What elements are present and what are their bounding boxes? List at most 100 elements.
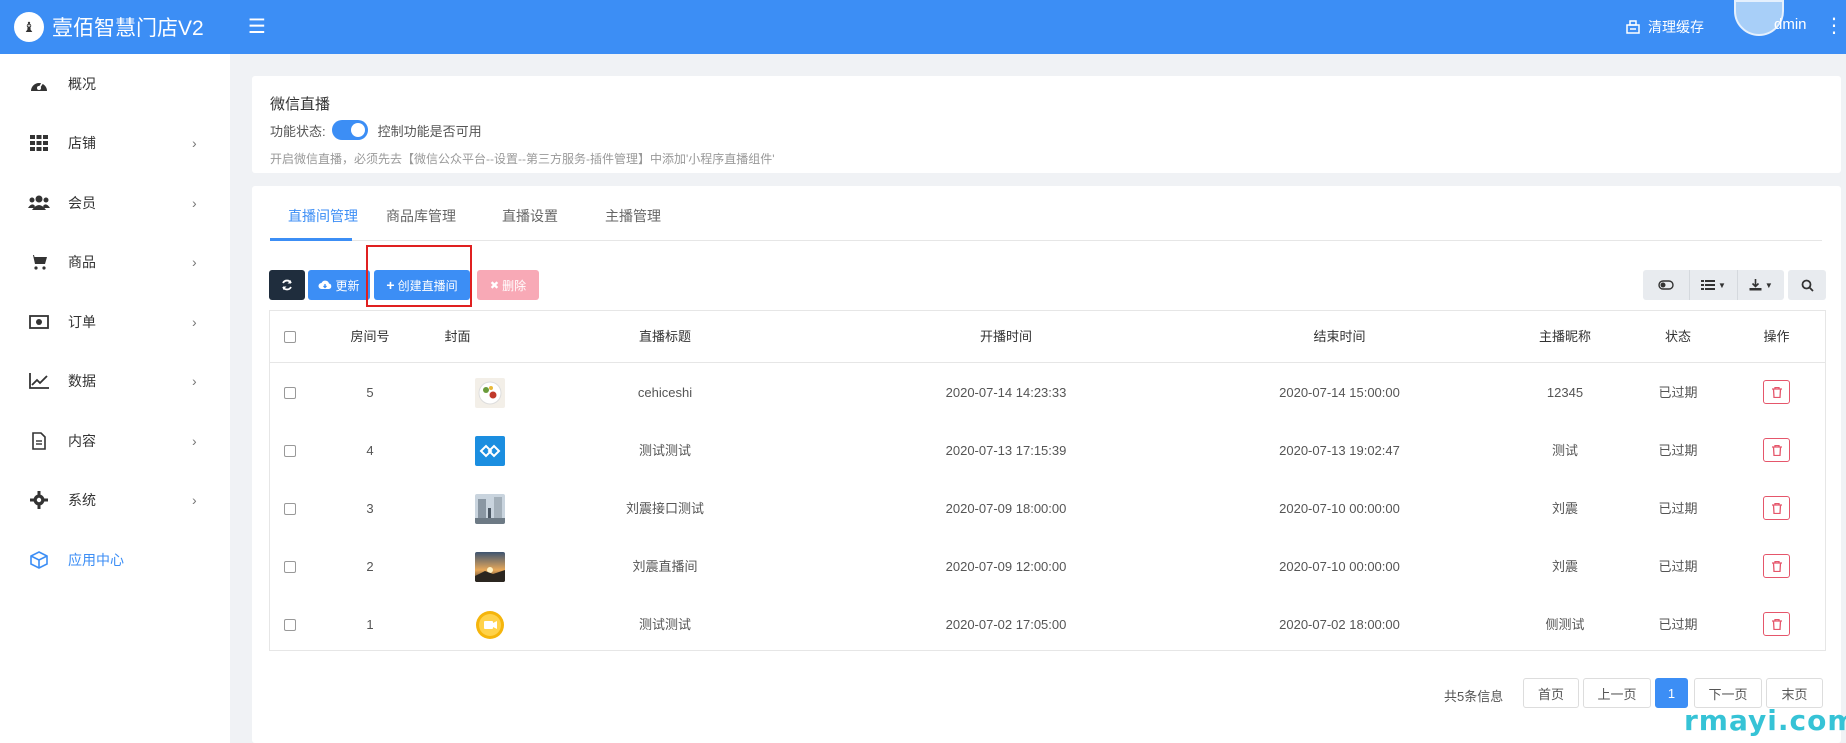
tabs-divider xyxy=(270,240,1822,241)
watermark-text: rmayi.com xyxy=(1684,704,1846,737)
sidebar-item-content[interactable]: 内容 › xyxy=(0,421,230,461)
toggle-view-button[interactable] xyxy=(1643,270,1691,300)
tab-live-rooms[interactable]: 直播间管理 xyxy=(288,206,358,226)
column-header[interactable]: 结束时间 xyxy=(1177,311,1502,363)
search-toggle-button[interactable] xyxy=(1788,270,1826,300)
status-description: 控制功能是否可用 xyxy=(377,123,482,139)
sidebar-item-label: 概况 xyxy=(68,76,96,92)
column-header[interactable]: 房间号 xyxy=(320,311,420,363)
row-delete-button[interactable] xyxy=(1763,380,1790,404)
users-icon xyxy=(28,192,50,214)
status-text: 已过期 xyxy=(1658,617,1698,632)
top-header: ♝ 壹佰智慧门店V2 ☰ 清理缓存 dmin ⋮ xyxy=(0,0,1846,54)
document-icon xyxy=(28,430,50,452)
trash-icon xyxy=(1771,560,1782,572)
room-number: 5 xyxy=(366,385,374,400)
delete-label: 删除 xyxy=(502,278,527,293)
column-header[interactable]: 主播昵称 xyxy=(1502,311,1628,363)
app-logo[interactable]: ♝ 壹佰智慧门店V2 xyxy=(14,10,204,44)
gear-icon xyxy=(28,489,50,511)
row-checkbox[interactable] xyxy=(284,503,296,515)
row-checkbox[interactable] xyxy=(284,561,296,573)
toggle-knob xyxy=(350,123,365,137)
cart-icon xyxy=(28,251,50,273)
chevron-right-icon: › xyxy=(192,314,197,330)
end-time: 2020-07-13 19:02:47 xyxy=(1279,443,1400,458)
logo-mark-icon: ♝ xyxy=(14,12,44,42)
column-header[interactable]: 开播时间 xyxy=(835,311,1177,363)
live-room-card: 直播间管理 商品库管理 直播设置 主播管理 更新 + 创建直播间 ✖ 删除 ▼ … xyxy=(252,186,1841,743)
table-row: 2 刘震直播间 2020-07-09 12:00:00 2020-07-10 0… xyxy=(270,538,1825,596)
end-time: 2020-07-14 15:00:00 xyxy=(1279,385,1400,400)
table-row: 5 cehiceshi 2020-07-14 14:23:33 2020-07-… xyxy=(270,364,1825,422)
sidebar-item-members[interactable]: 会员 › xyxy=(0,183,230,223)
update-button[interactable]: 更新 xyxy=(308,270,370,300)
download-icon xyxy=(1749,279,1762,291)
first-page-button[interactable]: 首页 xyxy=(1523,678,1579,708)
feature-toggle[interactable] xyxy=(331,120,368,140)
column-header[interactable]: 状态 xyxy=(1628,311,1728,363)
room-number: 4 xyxy=(366,443,374,458)
sidebar-item-app-center[interactable]: 应用中心 xyxy=(0,540,230,580)
room-number: 3 xyxy=(366,501,374,516)
chevron-right-icon: › xyxy=(192,254,197,270)
sidebar-item-label: 商品 xyxy=(68,254,96,270)
row-delete-button[interactable] xyxy=(1763,612,1790,636)
caret-down-icon: ▼ xyxy=(1764,280,1773,290)
row-checkbox[interactable] xyxy=(284,387,296,399)
sidebar-item-data[interactable]: 数据 › xyxy=(0,361,230,401)
chevron-right-icon: › xyxy=(192,373,197,389)
clear-cache-button[interactable]: 清理缓存 xyxy=(1626,17,1704,37)
status-text: 已过期 xyxy=(1658,443,1698,458)
row-checkbox[interactable] xyxy=(284,619,296,631)
sidebar-item-label: 会员 xyxy=(68,195,96,211)
column-header: 封面 xyxy=(444,329,471,344)
column-header: 操作 xyxy=(1763,329,1790,344)
row-delete-button[interactable] xyxy=(1763,496,1790,520)
tab-live-settings[interactable]: 直播设置 xyxy=(502,206,558,226)
export-button[interactable]: ▼ xyxy=(1738,270,1784,300)
trash-icon xyxy=(1771,502,1782,514)
row-delete-button[interactable] xyxy=(1763,554,1790,578)
tab-anchors[interactable]: 主播管理 xyxy=(605,206,661,226)
feature-status-row: 功能状态: 控制功能是否可用 xyxy=(270,119,482,141)
prev-page-button[interactable]: 上一页 xyxy=(1583,678,1651,708)
user-name[interactable]: dmin xyxy=(1774,16,1807,33)
tab-product-library[interactable]: 商品库管理 xyxy=(386,206,456,226)
chart-line-icon xyxy=(28,370,50,392)
caret-down-icon: ▼ xyxy=(1718,280,1726,290)
sidebar-item-products[interactable]: 商品 › xyxy=(0,242,230,282)
sidebar-item-orders[interactable]: 订单 › xyxy=(0,302,230,342)
columns-button[interactable]: ▼ xyxy=(1690,270,1738,300)
start-time: 2020-07-14 14:23:33 xyxy=(945,385,1067,400)
table-row: 3 刘震接口测试 2020-07-09 18:00:00 2020-07-10 … xyxy=(270,480,1825,538)
cloud-download-icon xyxy=(318,280,332,289)
select-all-checkbox[interactable] xyxy=(284,331,296,343)
sidebar-item-overview[interactable]: 概况 xyxy=(0,64,230,104)
status-label: 功能状态: xyxy=(270,123,326,139)
toggle-icon xyxy=(1658,280,1674,290)
sidebar-item-label: 应用中心 xyxy=(68,552,124,568)
trash-icon xyxy=(1771,444,1782,456)
menu-toggle-icon[interactable]: ☰ xyxy=(248,14,266,39)
row-checkbox[interactable] xyxy=(284,445,296,457)
end-time: 2020-07-02 18:00:00 xyxy=(1279,617,1400,632)
room-number: 1 xyxy=(366,617,374,632)
setup-hint: 开启微信直播，必须先去【微信公众平台--设置--第三方服务-插件管理】中添加'小… xyxy=(270,152,775,166)
sidebar-item-store[interactable]: 店铺 › xyxy=(0,123,230,163)
dashboard-icon xyxy=(28,73,50,95)
sidebar-item-system[interactable]: 系统 › xyxy=(0,480,230,520)
table-tools: ▼ ▼ xyxy=(1643,270,1784,300)
delete-button[interactable]: ✖ 删除 xyxy=(477,270,539,300)
more-vertical-icon[interactable]: ⋮ xyxy=(1824,13,1844,38)
column-header[interactable]: 直播标题 xyxy=(495,311,835,363)
refresh-icon xyxy=(282,279,292,291)
refresh-button[interactable] xyxy=(269,270,305,300)
update-label: 更新 xyxy=(335,278,360,293)
room-number: 2 xyxy=(366,559,374,574)
table-row: 1 测试测试 2020-07-02 17:05:00 2020-07-02 18… xyxy=(270,596,1825,654)
row-delete-button[interactable] xyxy=(1763,438,1790,462)
anchor-nickname: 测试 xyxy=(1551,443,1578,458)
start-time: 2020-07-09 18:00:00 xyxy=(945,501,1067,516)
live-feature-card: 微信直播 功能状态: 控制功能是否可用 开启微信直播，必须先去【微信公众平台--… xyxy=(252,76,1841,173)
